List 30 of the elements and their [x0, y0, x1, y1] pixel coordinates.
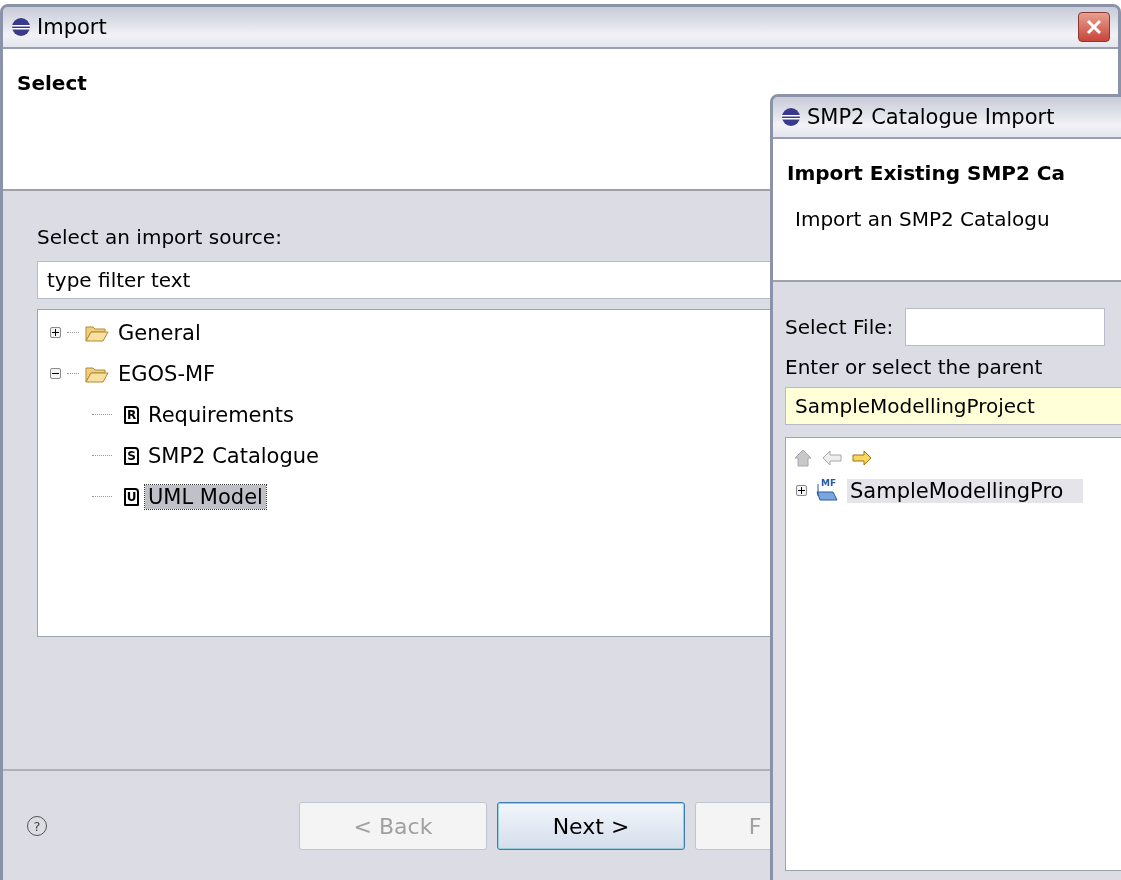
- folder-icon: [85, 323, 109, 342]
- close-icon: [1086, 19, 1102, 35]
- wizard-button[interactable]: Next >: [497, 802, 685, 850]
- source-label: Select an import source:: [37, 225, 283, 249]
- file-label: Select File:: [785, 314, 894, 339]
- document-icon: U: [124, 487, 139, 506]
- tree-item[interactable]: SMP2 Catalogue: [145, 443, 323, 468]
- page-description: Import an SMP2 Catalogu: [794, 207, 1051, 231]
- collapse-icon[interactable]: [50, 368, 61, 379]
- page-title: Select: [17, 71, 88, 95]
- window-title: Import: [37, 15, 107, 39]
- parent-label: Enter or select the parent: [785, 355, 1044, 379]
- close-button[interactable]: [1078, 12, 1110, 42]
- eclipse-icon: [11, 17, 31, 37]
- tree-item[interactable]: General: [115, 320, 204, 345]
- tree-item[interactable]: UML Model: [145, 484, 266, 509]
- expand-icon[interactable]: [50, 327, 61, 338]
- window-title: SMP2 Catalogue Import: [807, 105, 1055, 129]
- document-icon: S: [124, 446, 139, 465]
- eclipse-icon: [781, 107, 801, 127]
- document-icon: R: [124, 405, 139, 424]
- file-field[interactable]: [905, 307, 1106, 346]
- tree-item[interactable]: Requirements: [145, 402, 297, 427]
- expand-icon[interactable]: [796, 485, 807, 496]
- page-title: Import Existing SMP2 Ca: [787, 161, 1066, 185]
- tree-item[interactable]: EGOS-MF: [115, 361, 219, 386]
- tree-item[interactable]: SampleModellingPro: [847, 478, 1084, 503]
- forward-arrow-icon[interactable]: [852, 450, 872, 466]
- parent-field[interactable]: SampleModellingProject: [785, 387, 1121, 425]
- folder-icon: [85, 364, 109, 383]
